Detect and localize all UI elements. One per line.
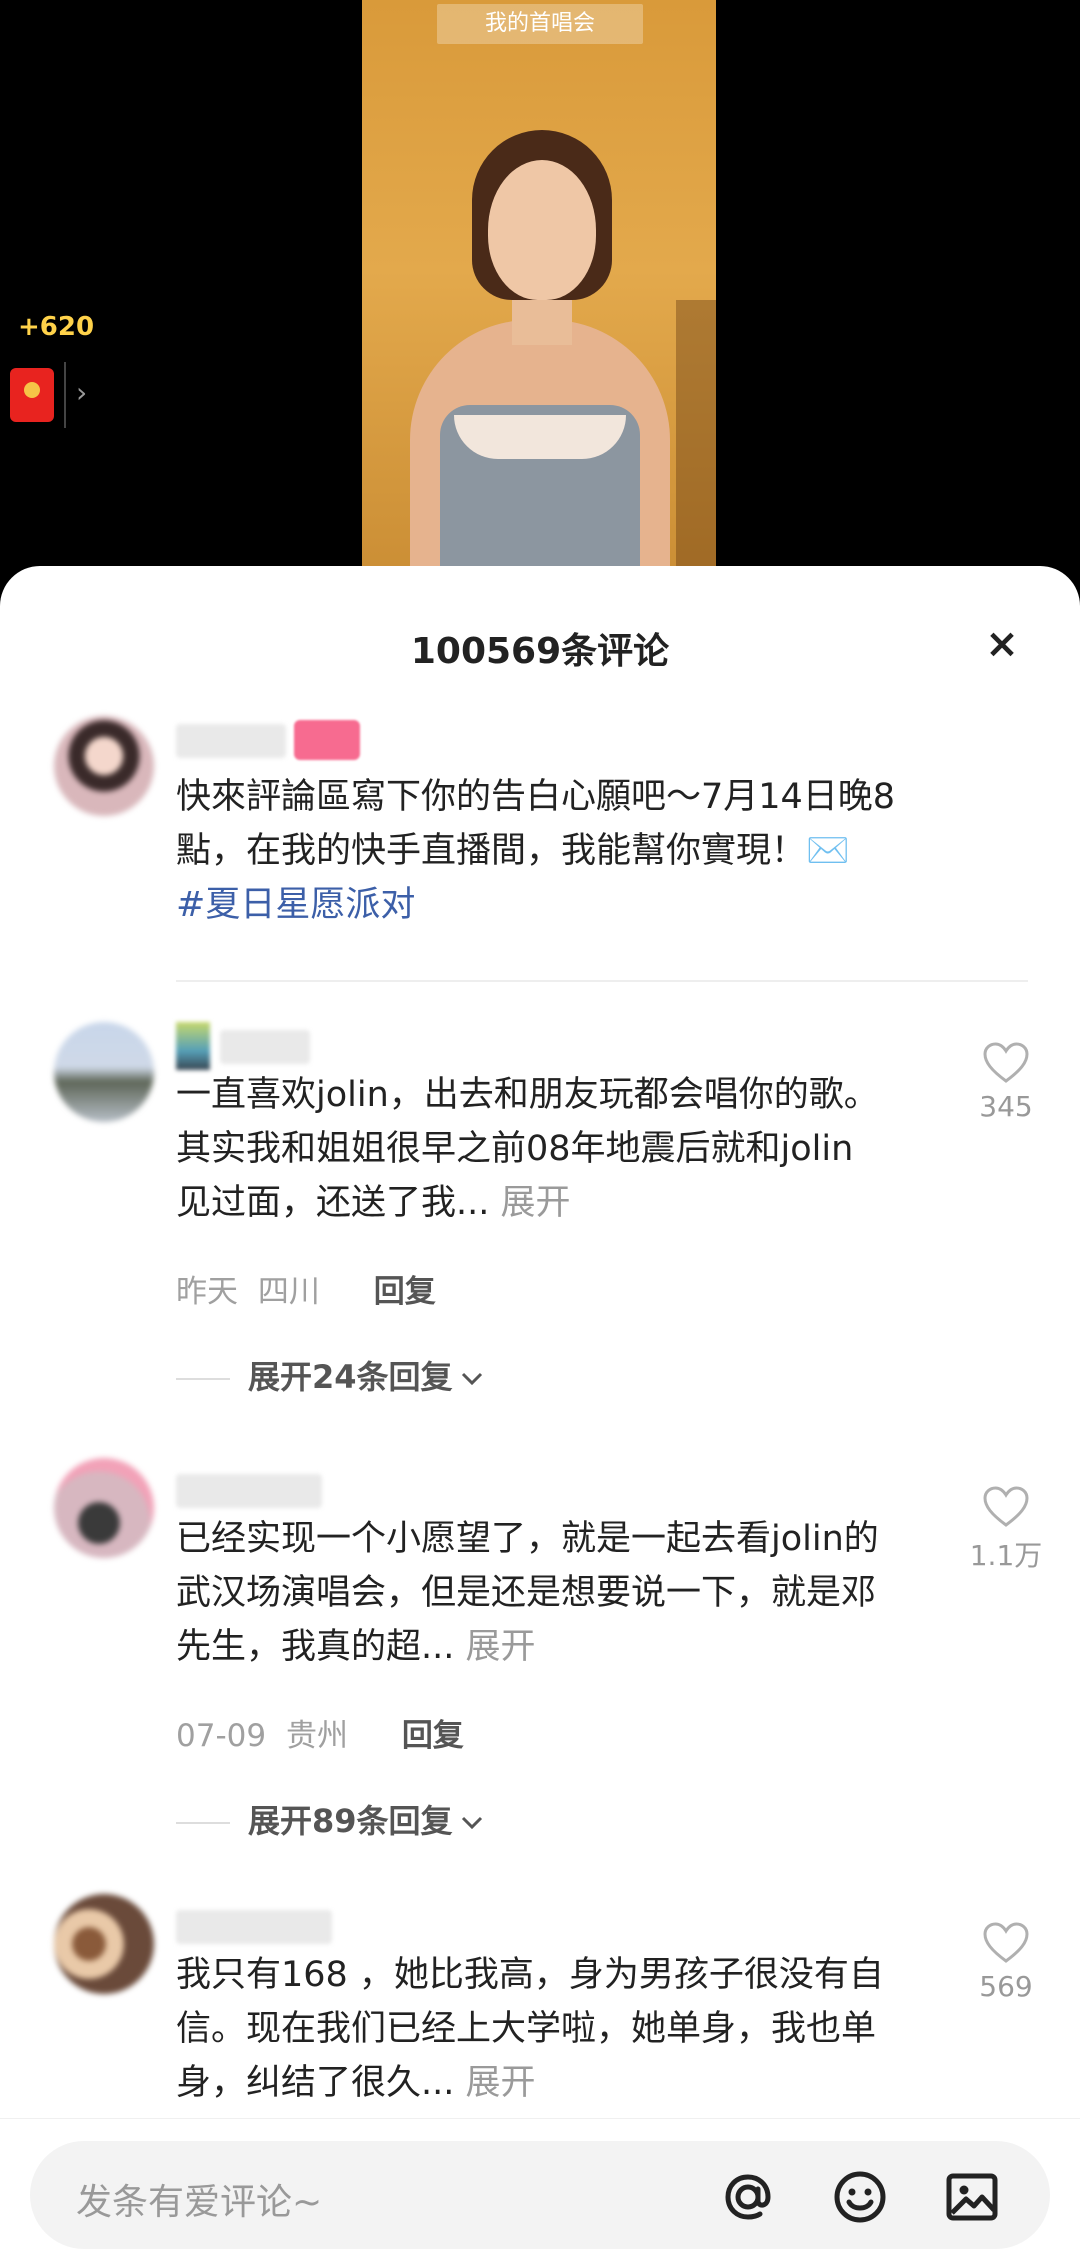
comment-text: 我只有168 ，她比我高，身为男孩子很没有自信。现在我们已经上大学啦，她单身，我… xyxy=(176,1948,886,2110)
avatar[interactable] xyxy=(54,1022,154,1122)
expand-replies-label: 展开89条回复 xyxy=(248,1802,453,1840)
author-badge xyxy=(294,720,360,760)
heart-icon xyxy=(983,1922,1029,1963)
comment-text: 一直喜欢jolin，出去和朋友玩都会唱你的歌。其实我和姐姐很早之前08年地震后就… xyxy=(176,1068,886,1230)
like-count: 1.1万 xyxy=(969,1539,1043,1572)
expand-replies-label: 展开24条回复 xyxy=(248,1358,453,1396)
reply-button[interactable]: 回复 xyxy=(402,1718,464,1754)
chevron-right-icon[interactable]: › xyxy=(76,376,87,409)
like-button[interactable]: 1.1万 xyxy=(962,1486,1050,1574)
comment-meta: 07-09 贵州 回复 xyxy=(176,1710,464,1755)
close-button[interactable]: × xyxy=(980,622,1024,666)
user-badge xyxy=(176,1022,210,1070)
video-background-shadow xyxy=(676,300,716,600)
divider xyxy=(176,980,1028,982)
like-button[interactable]: 569 xyxy=(962,1922,1050,2003)
expand-link[interactable]: 展开 xyxy=(466,1627,536,1667)
comment-meta: 昨天 四川 回复 xyxy=(176,1266,436,1311)
hashtag-link[interactable]: #夏日星愿派对 xyxy=(176,885,415,925)
video-person-dress-top xyxy=(454,415,626,459)
video-caption: 我的首唱会 xyxy=(437,4,643,44)
heart-icon xyxy=(983,1042,1029,1083)
comment-text: 快來評論區寫下你的告白心願吧～7月14日晚8點，在我的快手直播間，我能幫你實現！… xyxy=(176,770,916,932)
like-button[interactable]: 345 xyxy=(962,1042,1050,1123)
expand-replies-button[interactable]: 展开24条回复 xyxy=(176,1352,483,1398)
pinned-comment-body: 快來評論區寫下你的告白心願吧～7月14日晚8點，在我的快手直播間，我能幫你實現！ xyxy=(176,777,896,871)
image-icon[interactable] xyxy=(940,2165,1004,2229)
comment-sheet: 100569条评论 × 快來評論區寫下你的告白心願吧～7月14日晚8點，在我的快… xyxy=(0,566,1080,2268)
at-icon[interactable] xyxy=(716,2165,780,2229)
video-frame[interactable] xyxy=(362,0,716,600)
comment-location: 四川 xyxy=(257,1274,320,1310)
heart-icon xyxy=(983,1486,1029,1527)
expand-link[interactable]: 展开 xyxy=(466,2063,536,2103)
like-count: 569 xyxy=(979,1970,1033,2003)
divider xyxy=(176,1378,230,1380)
divider xyxy=(176,1822,230,1824)
user-name[interactable] xyxy=(176,1910,332,1944)
chevron-down-icon xyxy=(461,1372,482,1386)
video-player[interactable]: 我的首唱会 +620 › xyxy=(0,0,1080,600)
reply-button[interactable]: 回复 xyxy=(374,1274,436,1310)
avatar[interactable] xyxy=(54,716,154,816)
comment-date: 昨天 xyxy=(176,1274,238,1310)
comment-location: 贵州 xyxy=(285,1718,348,1754)
comment-input-bar: 发条有爱评论~ xyxy=(0,2118,1080,2268)
emoji-icon[interactable] xyxy=(828,2165,892,2229)
comment-input[interactable]: 发条有爱评论~ xyxy=(30,2141,1050,2249)
author-name[interactable] xyxy=(176,724,286,758)
red-packet-icon[interactable] xyxy=(10,368,54,422)
reward-count: +620 xyxy=(18,312,95,342)
avatar[interactable] xyxy=(54,1458,154,1558)
user-name[interactable] xyxy=(220,1030,310,1064)
user-name[interactable] xyxy=(176,1474,322,1508)
input-placeholder: 发条有爱评论~ xyxy=(76,2182,323,2223)
comment-count-title: 100569条评论 xyxy=(410,631,670,672)
chevron-down-icon xyxy=(461,1816,482,1830)
video-person-face xyxy=(488,160,596,300)
like-count: 345 xyxy=(979,1090,1033,1123)
expand-replies-button[interactable]: 展开89条回复 xyxy=(176,1796,483,1842)
comment-date: 07-09 xyxy=(176,1718,267,1754)
comment-text: 已经实现一个小愿望了，就是一起去看jolin的武汉场演唱会，但是还是想要说一下，… xyxy=(176,1512,886,1674)
red-packet-divider xyxy=(64,362,66,428)
avatar[interactable] xyxy=(54,1894,154,1994)
envelope-icon: ✉️ xyxy=(806,831,850,871)
expand-link[interactable]: 展开 xyxy=(501,1183,571,1223)
